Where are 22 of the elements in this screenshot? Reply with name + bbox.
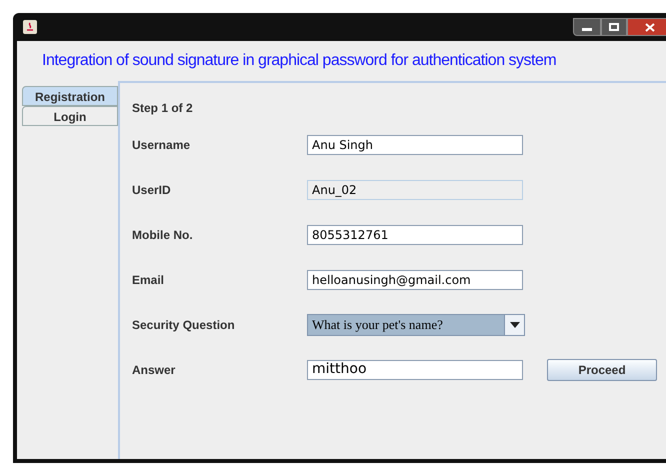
close-icon[interactable] [627,18,666,36]
dropdown-value: What is your pet's name? [311,316,444,334]
answer-field[interactable]: mitthoo [307,360,523,380]
field-label: Email [132,272,166,288]
step-label: Step 1 of 2 [132,100,194,117]
tab[interactable]: Login [22,106,118,126]
field-label: Mobile No. [132,226,194,244]
field-label: Username [132,136,192,154]
text-field[interactable]: 8055312761 [307,224,523,244]
field-label: Answer [132,362,176,378]
app-heading: Integration of sound signature in graphical password for authentication system [41,51,558,71]
tab[interactable]: Registration [22,86,118,106]
caret-icon [504,314,524,334]
field-label: UserID [132,182,172,198]
readonly-field[interactable]: Anu_02 [307,180,523,200]
maximize-icon[interactable] [601,18,627,36]
proceed-button[interactable]: Proceed [547,358,657,380]
question-dropdown[interactable]: What is your pet's name? [307,314,525,336]
field-label: Security Question [132,316,236,334]
text-field[interactable]: helloanusingh@gmail.com [307,270,523,290]
minimize-icon[interactable] [573,18,601,36]
text-field[interactable]: Anu Singh [307,134,523,154]
